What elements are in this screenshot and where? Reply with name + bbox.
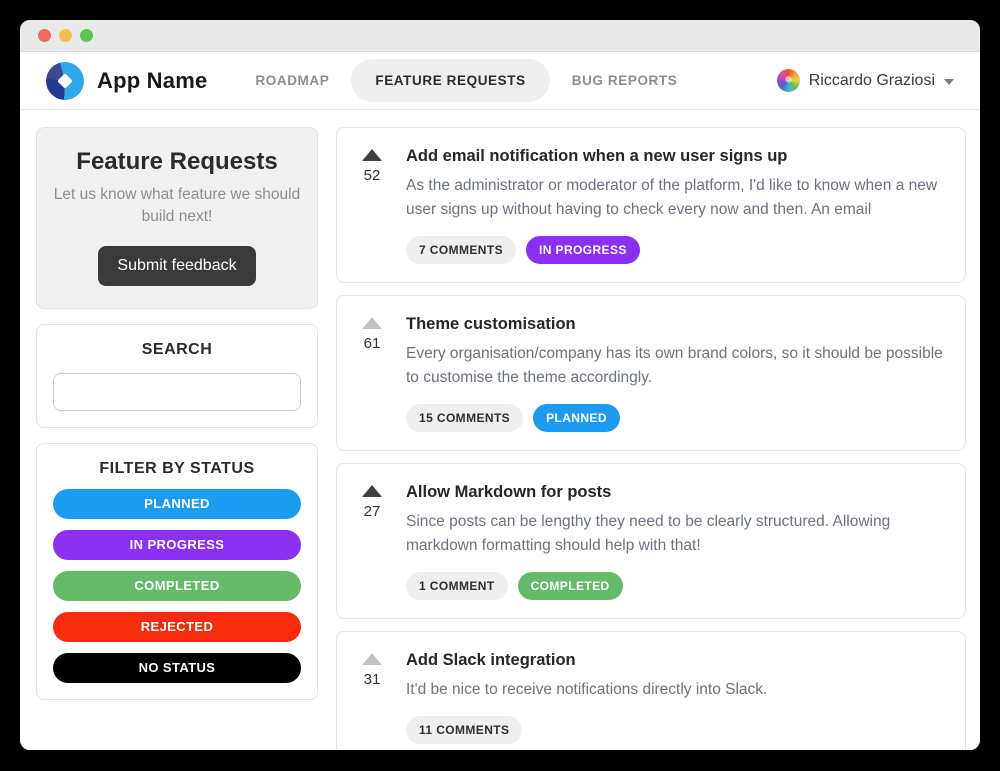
status-filter-pill[interactable]: COMPLETED [53, 571, 301, 601]
nav-roadmap[interactable]: ROADMAP [239, 59, 345, 102]
post-title: Allow Markdown for posts [406, 481, 945, 502]
upvote-triangle-icon[interactable] [362, 653, 382, 665]
post-card[interactable]: 61 Theme customisation Every organisatio… [336, 295, 966, 451]
search-title: SEARCH [53, 341, 301, 359]
app-name: App Name [97, 68, 207, 94]
status-filter-list: PLANNED IN PROGRESS COMPLETED REJECTED NO ST… [53, 489, 301, 683]
post-description: As the administrator or moderator of the… [406, 174, 945, 222]
status-filter-pill[interactable]: REJECTED [53, 612, 301, 642]
main-nav: ROADMAP FEATURE REQUESTS BUG REPORTS [239, 59, 693, 102]
window-titlebar [20, 20, 980, 52]
upvote-triangle-icon[interactable] [362, 317, 382, 329]
comments-badge: 7 COMMENTS [406, 236, 516, 264]
desktop-background: { "header": { "app_name": "App Name", "n… [0, 0, 1000, 771]
status-badge: IN PROGRESS [526, 236, 640, 264]
upvote-triangle-icon[interactable] [362, 149, 382, 161]
sidebar: Feature Requests Let us know what featur… [36, 127, 318, 750]
user-name: Riccardo Graziosi [809, 72, 935, 90]
upvote-control[interactable]: 61 [355, 313, 389, 432]
zoom-window-button[interactable] [80, 29, 93, 42]
nav-feature-requests[interactable]: FEATURE REQUESTS [351, 59, 549, 102]
post-badges: 15 COMMENTS PLANNED [406, 404, 945, 432]
post-body: Add email notification when a new user s… [406, 145, 945, 264]
vote-count: 31 [355, 671, 389, 688]
post-card[interactable]: 31 Add Slack integration It'd be nice to… [336, 631, 966, 750]
status-badge: COMPLETED [518, 572, 623, 600]
post-body: Add Slack integration It'd be nice to re… [406, 649, 945, 744]
minimize-window-button[interactable] [59, 29, 72, 42]
post-description: Since posts can be lengthy they need to … [406, 510, 945, 558]
chevron-down-icon [944, 79, 954, 85]
post-badges: 1 COMMENT COMPLETED [406, 572, 945, 600]
nav-bug-reports[interactable]: BUG REPORTS [556, 59, 694, 102]
post-body: Allow Markdown for posts Since posts can… [406, 481, 945, 600]
status-filter-pill[interactable]: IN PROGRESS [53, 530, 301, 560]
submit-feedback-button[interactable]: Submit feedback [98, 246, 255, 286]
vote-count: 52 [355, 167, 389, 184]
comments-badge: 1 COMMENT [406, 572, 508, 600]
filter-title: FILTER BY STATUS [53, 460, 301, 478]
vote-count: 27 [355, 503, 389, 520]
board-subtitle: Let us know what feature we should build… [53, 184, 301, 229]
board-title: Feature Requests [53, 148, 301, 176]
post-body: Theme customisation Every organisation/c… [406, 313, 945, 432]
user-menu[interactable]: Riccardo Graziosi [777, 69, 954, 92]
post-list: 52 Add email notification when a new use… [336, 127, 966, 750]
status-filter-pill[interactable]: PLANNED [53, 489, 301, 519]
app-logo-icon [46, 62, 84, 100]
post-title: Add email notification when a new user s… [406, 145, 945, 166]
user-avatar [777, 69, 800, 92]
status-badge: PLANNED [533, 404, 620, 432]
search-input[interactable] [53, 373, 301, 411]
post-title: Add Slack integration [406, 649, 945, 670]
upvote-control[interactable]: 27 [355, 481, 389, 600]
status-filter-pill[interactable]: NO STATUS [53, 653, 301, 683]
comments-badge: 11 COMMENTS [406, 716, 522, 744]
post-badges: 7 COMMENTS IN PROGRESS [406, 236, 945, 264]
browser-window: App Name ROADMAP FEATURE REQUESTS BUG RE… [20, 20, 980, 750]
app-header: App Name ROADMAP FEATURE REQUESTS BUG RE… [20, 52, 980, 110]
post-badges: 11 COMMENTS [406, 716, 945, 744]
intro-panel: Feature Requests Let us know what featur… [36, 127, 318, 309]
filter-panel: FILTER BY STATUS PLANNED IN PROGRESS COMPL… [36, 443, 318, 700]
vote-count: 61 [355, 335, 389, 352]
post-description: Every organisation/company has its own b… [406, 342, 945, 390]
page-content: Feature Requests Let us know what featur… [20, 110, 980, 750]
comments-badge: 15 COMMENTS [406, 404, 523, 432]
post-card[interactable]: 52 Add email notification when a new use… [336, 127, 966, 283]
close-window-button[interactable] [38, 29, 51, 42]
search-panel: SEARCH [36, 324, 318, 428]
upvote-control[interactable]: 31 [355, 649, 389, 744]
upvote-control[interactable]: 52 [355, 145, 389, 264]
upvote-triangle-icon[interactable] [362, 485, 382, 497]
post-description: It'd be nice to receive notifications di… [406, 678, 945, 702]
post-card[interactable]: 27 Allow Markdown for posts Since posts … [336, 463, 966, 619]
post-title: Theme customisation [406, 313, 945, 334]
